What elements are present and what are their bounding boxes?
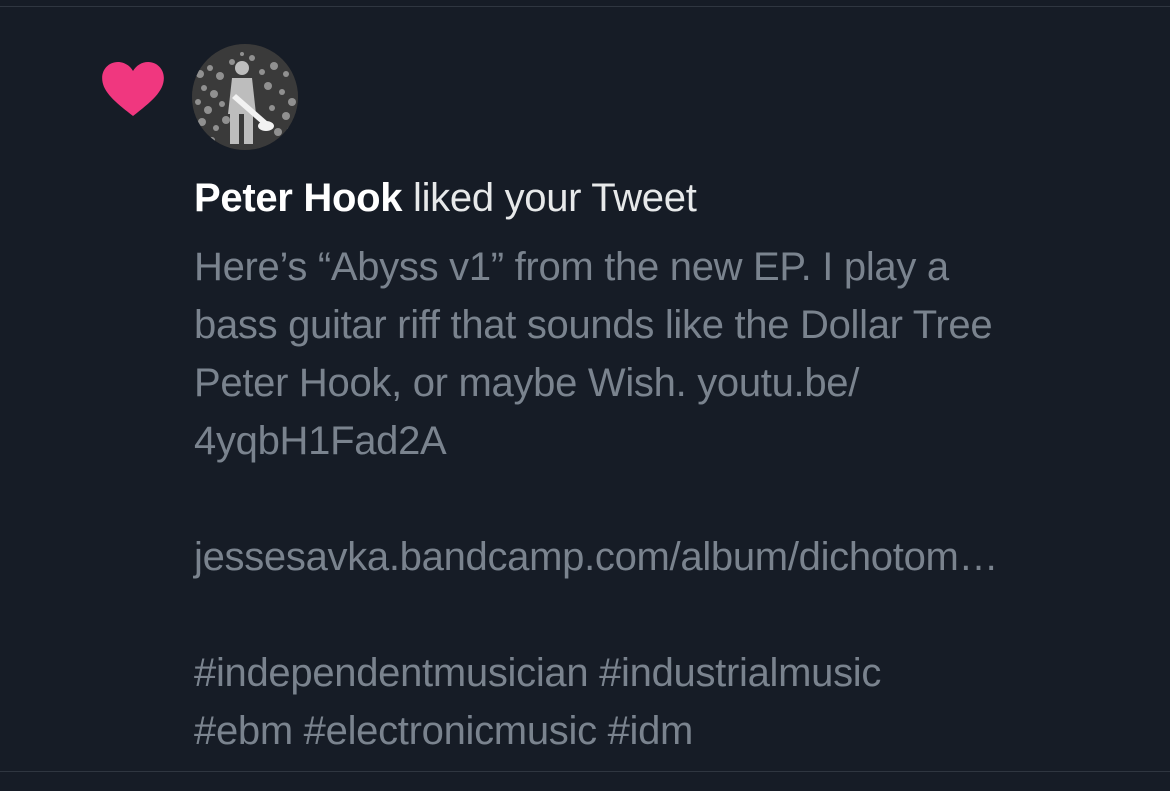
notification-headline: Peter Hook liked your Tweet (194, 174, 697, 222)
bandcamp-link[interactable]: jessesavka.bandcamp.com/album/dichotom… (194, 535, 999, 579)
hashtags-line: #ebm #electronicmusic #idm (194, 709, 694, 753)
hashtags-line: #independentmusician #industrialmusic (194, 651, 882, 695)
tweet-line: Peter Hook, or maybe Wish. youtu.be/ (194, 361, 860, 405)
avatar[interactable] (192, 44, 298, 150)
tweet-line: bass guitar riff that sounds like the Do… (194, 303, 993, 347)
tweet-line: 4yqbH1Fad2A (194, 419, 447, 463)
tweet-line: Here’s “Abyss v1” from the new EP. I pla… (194, 245, 949, 289)
tweet-text[interactable]: Here’s “Abyss v1” from the new EP. I pla… (194, 238, 1154, 760)
bottom-divider (0, 771, 1170, 772)
action-text: liked your Tweet (402, 176, 697, 220)
avatar-photo (192, 44, 298, 150)
heart-icon (102, 62, 164, 116)
user-name[interactable]: Peter Hook (194, 176, 402, 220)
